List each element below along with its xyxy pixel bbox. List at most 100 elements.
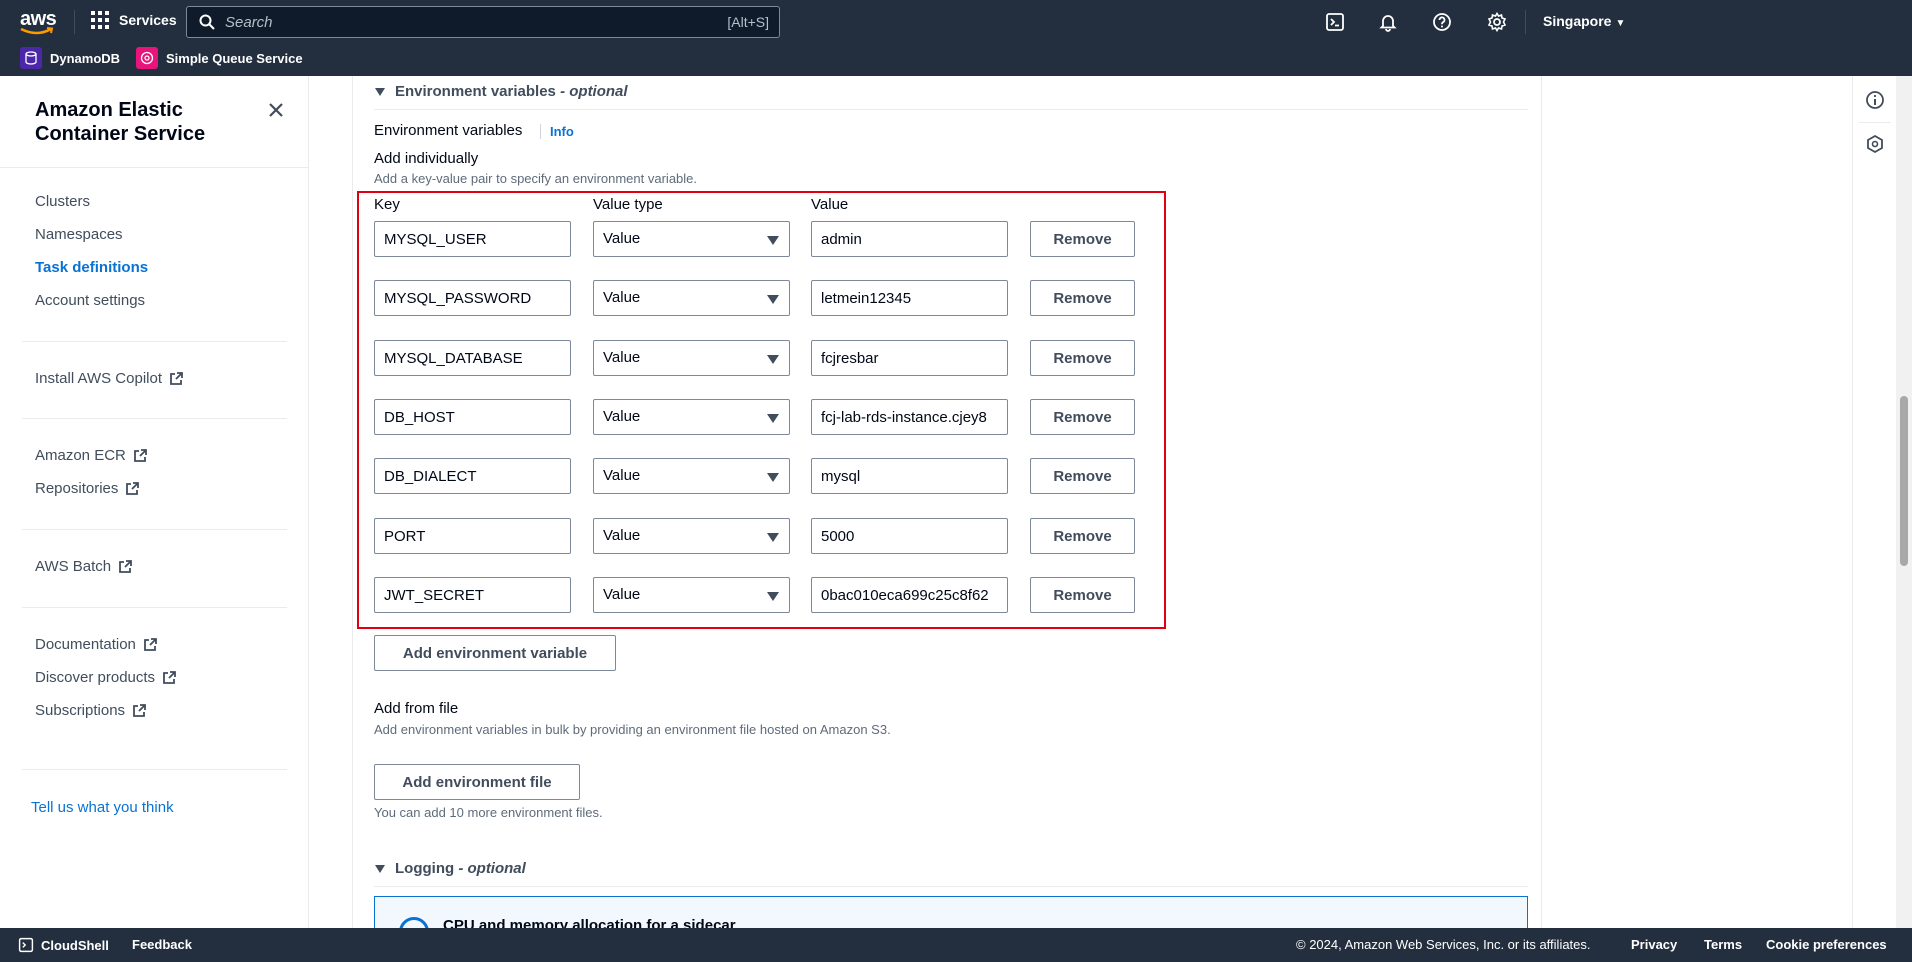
tell-us-link[interactable]: Tell us what you think bbox=[31, 799, 174, 816]
nav-divider bbox=[74, 10, 75, 34]
sidebar-item-label: Amazon ECR bbox=[35, 447, 126, 464]
add-individually-desc: Add a key-value pair to specify an envir… bbox=[374, 171, 698, 186]
caret-down-icon bbox=[375, 864, 385, 873]
top-nav-primary: aws Services [Alt+S] Singapore▼ bbox=[0, 0, 1912, 44]
page-scrollbar[interactable] bbox=[1896, 76, 1912, 928]
sidebar-item-label: Repositories bbox=[35, 480, 119, 497]
info-alert-title: CPU and memory allocation for a sidecar bbox=[443, 917, 736, 928]
caret-down-icon bbox=[375, 87, 385, 96]
favorite-dynamodb[interactable]: DynamoDB bbox=[20, 47, 120, 69]
divider bbox=[22, 769, 287, 770]
dynamodb-icon bbox=[20, 47, 42, 69]
sidebar: Amazon Elastic Container Service Cluster… bbox=[0, 76, 309, 928]
footer-feedback-link[interactable]: Feedback bbox=[132, 937, 192, 952]
divider bbox=[22, 529, 287, 530]
cloudshell-icon[interactable] bbox=[1325, 12, 1345, 32]
right-tools-rail bbox=[1852, 76, 1896, 928]
favorite-sqs[interactable]: Simple Queue Service bbox=[136, 47, 303, 69]
sidebar-item-label: Documentation bbox=[35, 636, 136, 653]
sidebar-item-aws-batch[interactable]: AWS Batch bbox=[35, 558, 133, 575]
sidebar-item-label: Clusters bbox=[35, 193, 91, 210]
caret-down-icon: ▼ bbox=[1615, 18, 1626, 29]
nav-divider bbox=[1525, 10, 1526, 34]
favorites-bar: DynamoDB Simple Queue Service bbox=[0, 44, 1912, 76]
sidebar-item-subscriptions[interactable]: Subscriptions bbox=[35, 702, 147, 719]
sidebar-item-install-copilot[interactable]: Install AWS Copilot bbox=[35, 370, 184, 387]
sidebar-item-amazon-ecr[interactable]: Amazon ECR bbox=[35, 447, 148, 464]
aws-logo[interactable]: aws bbox=[20, 8, 57, 36]
add-individually-label: Add individually bbox=[374, 150, 479, 167]
divider bbox=[22, 418, 287, 419]
search-box[interactable]: [Alt+S] bbox=[186, 6, 780, 38]
cloudshell-label: CloudShell bbox=[41, 937, 109, 953]
sidebar-item-label: Task definitions bbox=[35, 259, 149, 276]
sidebar-item-namespaces[interactable]: Namespaces bbox=[35, 226, 123, 243]
region-label: Singapore bbox=[1543, 13, 1612, 29]
env-section-toggle[interactable]: Environment variables - optional bbox=[375, 83, 628, 100]
divider bbox=[22, 607, 287, 608]
info-icon[interactable] bbox=[1865, 90, 1885, 110]
sidebar-item-label: Subscriptions bbox=[35, 702, 126, 719]
sidebar-item-label: Discover products bbox=[35, 669, 156, 686]
add-from-file-label: Add from file bbox=[374, 700, 459, 717]
bell-icon[interactable] bbox=[1378, 12, 1398, 32]
favorite-label: DynamoDB bbox=[50, 50, 121, 66]
highlight-box bbox=[357, 191, 1166, 629]
external-link-icon bbox=[163, 670, 176, 684]
search-input[interactable] bbox=[225, 11, 645, 33]
divider bbox=[0, 167, 308, 168]
external-link-icon bbox=[126, 481, 140, 495]
sidebar-item-label: Namespaces bbox=[35, 226, 123, 243]
env-label: Environment variables bbox=[374, 122, 523, 139]
help-icon[interactable] bbox=[1432, 12, 1452, 32]
region-selector[interactable]: Singapore ▼ bbox=[1543, 13, 1625, 29]
add-environment-file-button[interactable]: Add environment file bbox=[374, 764, 580, 800]
footer: CloudShell Feedback © 2024, Amazon Web S… bbox=[0, 928, 1912, 962]
sidebar-item-task-definitions[interactable]: Task definitions bbox=[35, 259, 148, 276]
info-alert: CPU and memory allocation for a sidecar bbox=[374, 896, 1528, 928]
search-shortcut: [Alt+S] bbox=[727, 14, 769, 30]
scrollbar-thumb[interactable] bbox=[1900, 396, 1908, 566]
sidebar-item-clusters[interactable]: Clusters bbox=[35, 193, 90, 210]
cookie-preferences-link[interactable]: Cookie preferences bbox=[1766, 937, 1887, 952]
terms-link[interactable]: Terms bbox=[1704, 937, 1742, 952]
sidebar-title: Amazon Elastic Container Service bbox=[35, 99, 206, 145]
services-label: Services bbox=[119, 12, 177, 28]
favorite-label: Simple Queue Service bbox=[166, 50, 303, 66]
aws-smile-icon bbox=[20, 27, 54, 35]
divider bbox=[374, 109, 1528, 110]
gear-icon[interactable] bbox=[1487, 12, 1507, 32]
external-link-icon bbox=[170, 371, 183, 385]
search-icon bbox=[199, 14, 215, 30]
close-icon[interactable] bbox=[266, 100, 286, 120]
sidebar-item-discover-products[interactable]: Discover products bbox=[35, 669, 177, 686]
env-file-hint: You can add 10 more environment files. bbox=[374, 805, 603, 820]
external-link-icon bbox=[144, 637, 157, 651]
grid-icon bbox=[91, 11, 109, 29]
sidebar-item-label: Account settings bbox=[35, 292, 146, 309]
env-section-title: Environment variables bbox=[395, 83, 556, 100]
hexagon-icon[interactable] bbox=[1865, 134, 1885, 154]
services-menu-button[interactable]: Services bbox=[91, 11, 177, 29]
logging-section-title: Logging bbox=[395, 860, 455, 877]
add-environment-variable-button[interactable]: Add environment variable bbox=[374, 635, 616, 671]
sidebar-item-label: AWS Batch bbox=[35, 558, 112, 575]
env-section-suffix: - optional bbox=[560, 83, 628, 100]
sidebar-item-documentation[interactable]: Documentation bbox=[35, 636, 158, 653]
add-from-file-desc: Add environment variables in bulk by pro… bbox=[374, 722, 891, 737]
sidebar-item-account-settings[interactable]: Account settings bbox=[35, 292, 145, 309]
cloudshell-button[interactable]: CloudShell bbox=[18, 937, 109, 953]
external-link-icon bbox=[133, 703, 146, 717]
copyright: © 2024, Amazon Web Services, Inc. or its… bbox=[1296, 937, 1591, 952]
divider bbox=[374, 886, 1528, 887]
divider bbox=[22, 341, 287, 342]
external-link-icon bbox=[133, 448, 147, 462]
external-link-icon bbox=[119, 559, 133, 573]
sidebar-item-repositories[interactable]: Repositories bbox=[35, 480, 140, 497]
logging-section-toggle[interactable]: Logging - optional bbox=[375, 860, 526, 877]
divider bbox=[1859, 122, 1891, 123]
sqs-icon bbox=[136, 47, 158, 69]
privacy-link[interactable]: Privacy bbox=[1631, 937, 1677, 952]
info-link[interactable]: Info bbox=[540, 124, 574, 139]
info-circle-icon bbox=[399, 917, 429, 928]
